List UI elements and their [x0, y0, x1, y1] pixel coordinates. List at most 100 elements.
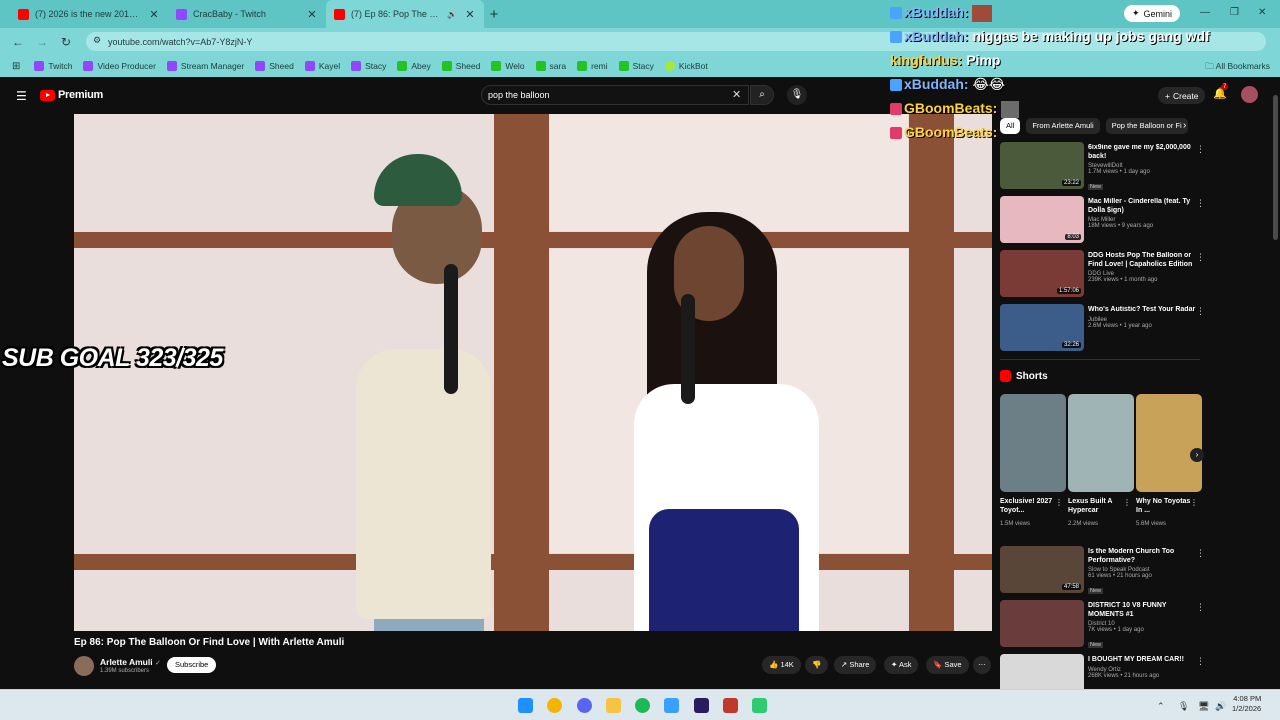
premiere-pro-icon[interactable]: [694, 698, 709, 713]
bookmark-item[interactable]: Abey: [397, 61, 431, 71]
video-title[interactable]: DISTRICT 10 V8 FUNNY MOMENTS #1: [1088, 602, 1196, 619]
more-vert-icon[interactable]: ⋮: [1123, 498, 1131, 507]
video-scene-post: [494, 114, 549, 631]
copilot-icon[interactable]: [664, 698, 679, 713]
subscribe-button[interactable]: Subscribe: [167, 657, 217, 673]
tab-youtube-video[interactable]: (7) Ep 86: Pop The Balloon 🔊 ✕: [326, 0, 484, 28]
tray-network-icon[interactable]: 🖥: [1198, 701, 1209, 712]
more-vert-icon[interactable]: ⋮: [1196, 656, 1205, 667]
short-thumbnail[interactable]: [1068, 394, 1134, 492]
search-input[interactable]: pop the balloon: [481, 85, 749, 105]
video-title[interactable]: Is the Modern Church Too Performative?: [1088, 548, 1196, 565]
video-person-left: [374, 154, 462, 206]
app-icon[interactable]: [752, 698, 767, 713]
video-thumbnail[interactable]: 8:03: [1000, 196, 1084, 243]
share-button[interactable]: ↗ Share: [834, 656, 877, 674]
speaker-icon[interactable]: 🔊: [446, 10, 458, 19]
windows-start-icon[interactable]: [518, 698, 533, 713]
tab-twitch[interactable]: CracBaby - Twitch ✕: [168, 0, 326, 28]
more-vert-icon[interactable]: ⋮: [1196, 548, 1205, 559]
bookmark-item[interactable]: Welo: [491, 61, 525, 71]
kick-icon: [535, 61, 546, 71]
short-title[interactable]: Why No Toyotas In ...: [1136, 497, 1198, 515]
list-item[interactable]: DISTRICT 10 V8 FUNNY MOMENTS #1 District…: [1000, 600, 1205, 654]
close-icon[interactable]: ✕: [464, 8, 476, 21]
bookmark-item[interactable]: Twitch: [34, 61, 72, 71]
like-button[interactable]: 👍 14K: [762, 656, 801, 674]
tray-mic-icon[interactable]: 🎙: [1178, 701, 1189, 712]
tray-chevron-up-icon[interactable]: ⌃: [1157, 701, 1165, 712]
bookmark-item[interactable]: Video Producer: [83, 61, 156, 71]
video-title[interactable]: Mac Miller - Cinderella (feat. Ty Dolla …: [1088, 198, 1196, 215]
video-title[interactable]: Who's Autistic? Test Your Radar: [1088, 306, 1196, 315]
more-vert-icon[interactable]: ⋮: [1196, 602, 1205, 613]
site-info-icon[interactable]: ⚙: [93, 35, 101, 46]
channel-avatar[interactable]: [74, 656, 94, 676]
video-thumbnail[interactable]: 23:22: [1000, 142, 1084, 189]
more-actions-button[interactable]: ⋯: [973, 656, 991, 674]
bookmark-item[interactable]: Stacy: [351, 61, 386, 71]
bookmark-item[interactable]: remi: [577, 61, 608, 71]
bookmark-item[interactable]: sara: [535, 61, 566, 71]
save-button[interactable]: 🔖 Save: [926, 656, 969, 674]
short-title[interactable]: Lexus Built A Hypercar: [1068, 497, 1130, 515]
list-item[interactable]: 8:03 Mac Miller - Cinderella (feat. Ty D…: [1000, 196, 1205, 250]
spotify-icon[interactable]: [635, 698, 650, 713]
discord-icon[interactable]: [577, 698, 592, 713]
video-thumbnail[interactable]: 1:57:06: [1000, 250, 1084, 297]
tab-youtube-playlist[interactable]: (7) 2026 is the new 2016 (playli ✕: [10, 0, 168, 28]
video-title[interactable]: I BOUGHT MY DREAM CAR!!: [1088, 656, 1196, 665]
file-explorer-icon[interactable]: [606, 698, 621, 713]
bookmark-item[interactable]: Sheed: [441, 61, 480, 71]
ask-button[interactable]: ✦ Ask: [884, 656, 919, 674]
video-thumbnail[interactable]: [1000, 654, 1084, 690]
app-icon[interactable]: [723, 698, 738, 713]
chrome-icon[interactable]: [547, 698, 562, 713]
clear-search-icon[interactable]: ✕: [732, 88, 741, 101]
short-thumbnail[interactable]: [1000, 394, 1066, 492]
duration-badge: 23:22: [1061, 180, 1081, 186]
list-item[interactable]: 23:22 6ix9ine gave me my $2,000,000 back…: [1000, 142, 1205, 196]
video-thumbnail[interactable]: 32:26: [1000, 304, 1084, 351]
close-icon[interactable]: ✕: [148, 8, 160, 21]
short-title[interactable]: Exclusive! 2027 Toyot...: [1000, 497, 1062, 515]
bookmark-item[interactable]: KickBot: [664, 61, 708, 71]
more-vert-icon[interactable]: ⋮: [1190, 498, 1198, 507]
more-vert-icon[interactable]: ⋮: [1055, 498, 1063, 507]
voice-search-icon[interactable]: 🎙: [787, 85, 807, 105]
system-clock[interactable]: 4:08 PM 1/2/2026: [1232, 694, 1261, 714]
bookmark-item[interactable]: Kayel: [304, 61, 340, 71]
kick-icon: [618, 61, 629, 71]
forward-icon[interactable]: →: [30, 35, 54, 49]
chat-username: xBuddah:: [904, 28, 969, 44]
video-thumbnail[interactable]: [1000, 600, 1084, 647]
chat-username: kingfurlus:: [890, 52, 963, 68]
new-tab-button[interactable]: +: [484, 4, 504, 24]
shorts-next-icon[interactable]: ›: [1190, 448, 1204, 462]
close-icon[interactable]: ✕: [306, 8, 318, 21]
youtube-logo[interactable]: Premium: [40, 89, 103, 101]
reload-icon[interactable]: ↻: [54, 35, 78, 49]
more-vert-icon[interactable]: ⋮: [1196, 306, 1205, 317]
hamburger-menu-icon[interactable]: ☰: [16, 89, 27, 103]
back-icon[interactable]: ←: [6, 35, 30, 49]
bookmark-item[interactable]: Sheed: [255, 61, 294, 71]
more-vert-icon[interactable]: ⋮: [1196, 252, 1205, 263]
more-vert-icon[interactable]: ⋮: [1196, 144, 1205, 155]
apps-grid-icon[interactable]: ⊞: [12, 61, 20, 72]
tray-volume-icon[interactable]: 🔊: [1215, 701, 1226, 712]
video-title[interactable]: 6ix9ine gave me my $2,000,000 back!: [1088, 144, 1196, 161]
list-item[interactable]: 47:58 Is the Modern Church Too Performat…: [1000, 546, 1205, 600]
video-title[interactable]: DDG Hosts Pop The Balloon or Find Love! …: [1088, 252, 1196, 269]
list-item[interactable]: 32:26 Who's Autistic? Test Your Radar Ju…: [1000, 304, 1205, 358]
list-item[interactable]: 1:57:06 DDG Hosts Pop The Balloon or Fin…: [1000, 250, 1205, 304]
list-item[interactable]: I BOUGHT MY DREAM CAR!! Wendy Ortiz 268K…: [1000, 654, 1205, 690]
video-thumbnail[interactable]: 47:58: [1000, 546, 1084, 593]
channel-name-main[interactable]: Arlette Amuli ✓: [100, 657, 161, 667]
dislike-button[interactable]: 👎: [805, 656, 829, 674]
bookmark-item[interactable]: Stream Manager: [166, 61, 244, 71]
short-thumbnail[interactable]: [1136, 394, 1202, 492]
bookmark-item[interactable]: Stacy: [618, 61, 654, 71]
search-button[interactable]: ⌕: [750, 85, 774, 105]
more-vert-icon[interactable]: ⋮: [1196, 198, 1205, 209]
